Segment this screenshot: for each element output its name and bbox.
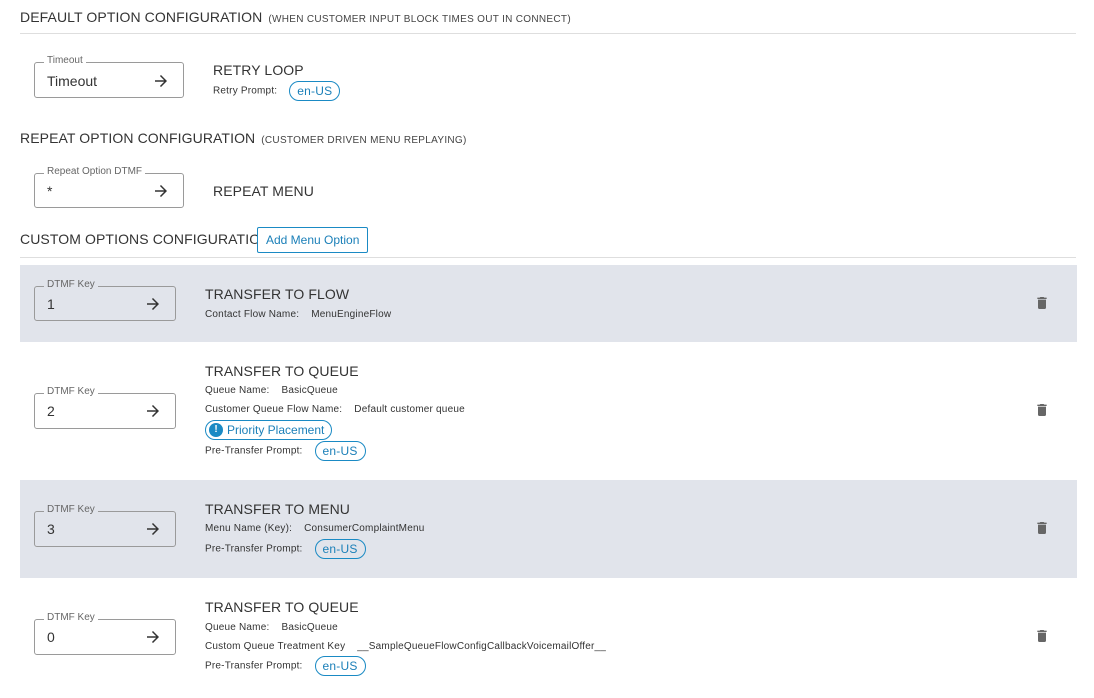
- arrow-right-icon[interactable]: [144, 628, 162, 646]
- retry-prompt: Retry Prompt: en-US: [213, 81, 341, 101]
- dtmf-key-label: DTMF Key: [44, 612, 98, 624]
- retry-loop-title: RETRY LOOP: [213, 62, 304, 78]
- priority-placement-badge[interactable]: ! Priority Placement: [205, 420, 333, 440]
- timeout-field-label: Timeout: [44, 55, 86, 67]
- repeat-option-section-title: REPEAT OPTION CONFIGURATION (CUSTOMER DRI…: [20, 130, 467, 146]
- prompt-locale-chip[interactable]: en-US: [314, 539, 366, 559]
- dtmf-key-value: 3: [47, 521, 55, 537]
- menu-option-row: DTMF Key 1 TRANSFER TO FLOW Contact Flow…: [20, 265, 1077, 342]
- arrow-right-icon[interactable]: [152, 72, 170, 90]
- dtmf-key-value: 2: [47, 403, 55, 419]
- dtmf-key-value: 0: [47, 629, 55, 645]
- option-detail: Menu Name (Key): ConsumerComplaintMenu: [205, 523, 425, 534]
- option-detail: Custom Queue Treatment Key __SampleQueueF…: [205, 641, 607, 652]
- dtmf-key-label: DTMF Key: [44, 386, 98, 398]
- pre-transfer-prompt: Pre-Transfer Prompt: en-US: [205, 539, 366, 559]
- section-divider: [20, 33, 1076, 34]
- arrow-right-icon[interactable]: [144, 520, 162, 538]
- repeat-dtmf-field-value: *: [47, 183, 53, 199]
- section-divider: [20, 257, 1076, 258]
- trash-icon[interactable]: [1034, 401, 1050, 419]
- prompt-locale-chip[interactable]: en-US: [314, 656, 366, 676]
- option-action-title: TRANSFER TO MENU: [205, 501, 350, 517]
- option-detail: Customer Queue Flow Name: Default custome…: [205, 404, 465, 415]
- arrow-right-icon[interactable]: [152, 182, 170, 200]
- dtmf-key-field[interactable]: DTMF Key 1: [34, 279, 176, 321]
- menu-option-row: DTMF Key 3 TRANSFER TO MENU Menu Name (K…: [20, 480, 1077, 578]
- option-detail: Queue Name: BasicQueue: [205, 385, 338, 396]
- arrow-right-icon[interactable]: [144, 295, 162, 313]
- repeat-menu-title: REPEAT MENU: [213, 183, 314, 199]
- default-option-section-title: DEFAULT OPTION CONFIGURATION (WHEN CUSTOM…: [20, 9, 571, 25]
- pre-transfer-prompt: Pre-Transfer Prompt: en-US: [205, 441, 366, 461]
- repeat-option-section-subtitle: (CUSTOMER DRIVEN MENU REPLAYING): [261, 135, 467, 146]
- trash-icon[interactable]: [1034, 294, 1050, 312]
- arrow-right-icon[interactable]: [144, 402, 162, 420]
- repeat-dtmf-field-label: Repeat Option DTMF: [44, 166, 146, 178]
- exclamation-icon: !: [209, 423, 223, 437]
- repeat-dtmf-field[interactable]: Repeat Option DTMF *: [34, 166, 184, 208]
- timeout-field-value: Timeout: [47, 73, 98, 89]
- option-detail: Queue Name: BasicQueue: [205, 622, 338, 633]
- add-menu-option-button[interactable]: Add Menu Option: [257, 227, 369, 253]
- dtmf-key-field[interactable]: DTMF Key 3: [34, 504, 176, 547]
- option-detail: Contact Flow Name: MenuEngineFlow: [205, 309, 392, 320]
- default-option-section-subtitle: (WHEN CUSTOMER INPUT BLOCK TIMES OUT IN …: [268, 14, 571, 25]
- option-action-title: TRANSFER TO QUEUE: [205, 363, 359, 379]
- dtmf-key-value: 1: [47, 296, 55, 312]
- menu-option-row: DTMF Key 0 TRANSFER TO QUEUE Queue Name:…: [20, 578, 1077, 698]
- option-action-title: TRANSFER TO FLOW: [205, 286, 350, 302]
- trash-icon[interactable]: [1034, 627, 1050, 645]
- trash-icon[interactable]: [1034, 519, 1050, 537]
- retry-prompt-locale-chip[interactable]: en-US: [289, 81, 341, 101]
- dtmf-key-field[interactable]: DTMF Key 2: [34, 386, 176, 429]
- pre-transfer-prompt: Pre-Transfer Prompt: en-US: [205, 656, 366, 676]
- menu-option-row: DTMF Key 2 TRANSFER TO QUEUE Queue Name:…: [20, 342, 1077, 480]
- timeout-field[interactable]: Timeout Timeout: [34, 55, 184, 98]
- option-action-title: TRANSFER TO QUEUE: [205, 599, 359, 615]
- retry-prompt-label: Retry Prompt:: [213, 85, 278, 97]
- custom-options-section-title: CUSTOM OPTIONS CONFIGURATION: [20, 231, 271, 247]
- dtmf-key-label: DTMF Key: [44, 504, 98, 516]
- dtmf-key-field[interactable]: DTMF Key 0: [34, 612, 176, 655]
- prompt-locale-chip[interactable]: en-US: [314, 441, 366, 461]
- dtmf-key-label: DTMF Key: [44, 279, 98, 291]
